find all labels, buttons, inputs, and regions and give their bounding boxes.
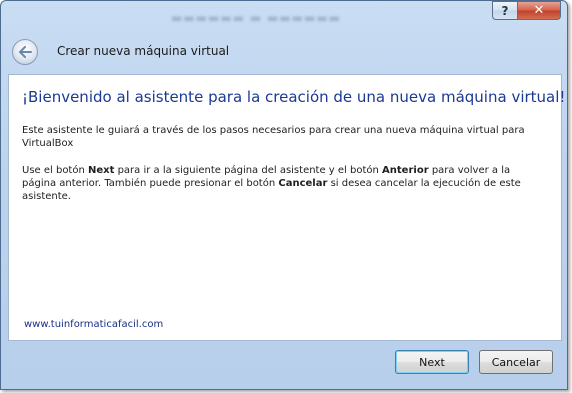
watermark-url: www.tuinformaticafacil.com (24, 319, 164, 330)
welcome-heading: ¡Bienvenido al asistente para la creació… (22, 88, 566, 106)
close-icon: ✕ (533, 3, 545, 18)
wizard-footer: Next Cancelar (8, 341, 562, 386)
help-icon: ? (501, 3, 509, 18)
instructions-text: para ir a la siguiente página del asiste… (114, 165, 383, 176)
caption-buttons: ? ✕ (492, 1, 561, 20)
wizard-title: Crear nueva máquina virtual (57, 44, 230, 58)
wizard-header: Crear nueva máquina virtual (8, 29, 562, 74)
intro-paragraph: Este asistente le guiará a través de los… (22, 125, 525, 149)
wizard-content: ¡Bienvenido al asistente para la creació… (8, 74, 566, 341)
instructions-paragraph: Use el botón Next para ir a la siguiente… (22, 164, 542, 203)
next-keyword: Next (88, 165, 115, 176)
blurred-background-title: ▬▬▬▬▬▬ ▬ ▬▬▬▬▬▬ (171, 11, 342, 25)
close-button[interactable]: ✕ (518, 1, 561, 20)
back-button[interactable] (12, 39, 38, 65)
cancel-button[interactable]: Cancelar (479, 350, 553, 374)
next-button[interactable]: Next (395, 350, 469, 374)
cancel-keyword: Cancelar (278, 178, 328, 189)
anterior-keyword: Anterior (382, 165, 429, 176)
instructions-text: Use el botón (22, 165, 88, 176)
help-button[interactable]: ? (492, 1, 518, 20)
wizard-window: ▬▬▬▬▬▬ ▬ ▬▬▬▬▬▬ ? ✕ Crear nueva máquina … (0, 0, 568, 390)
back-arrow-icon (19, 46, 32, 58)
